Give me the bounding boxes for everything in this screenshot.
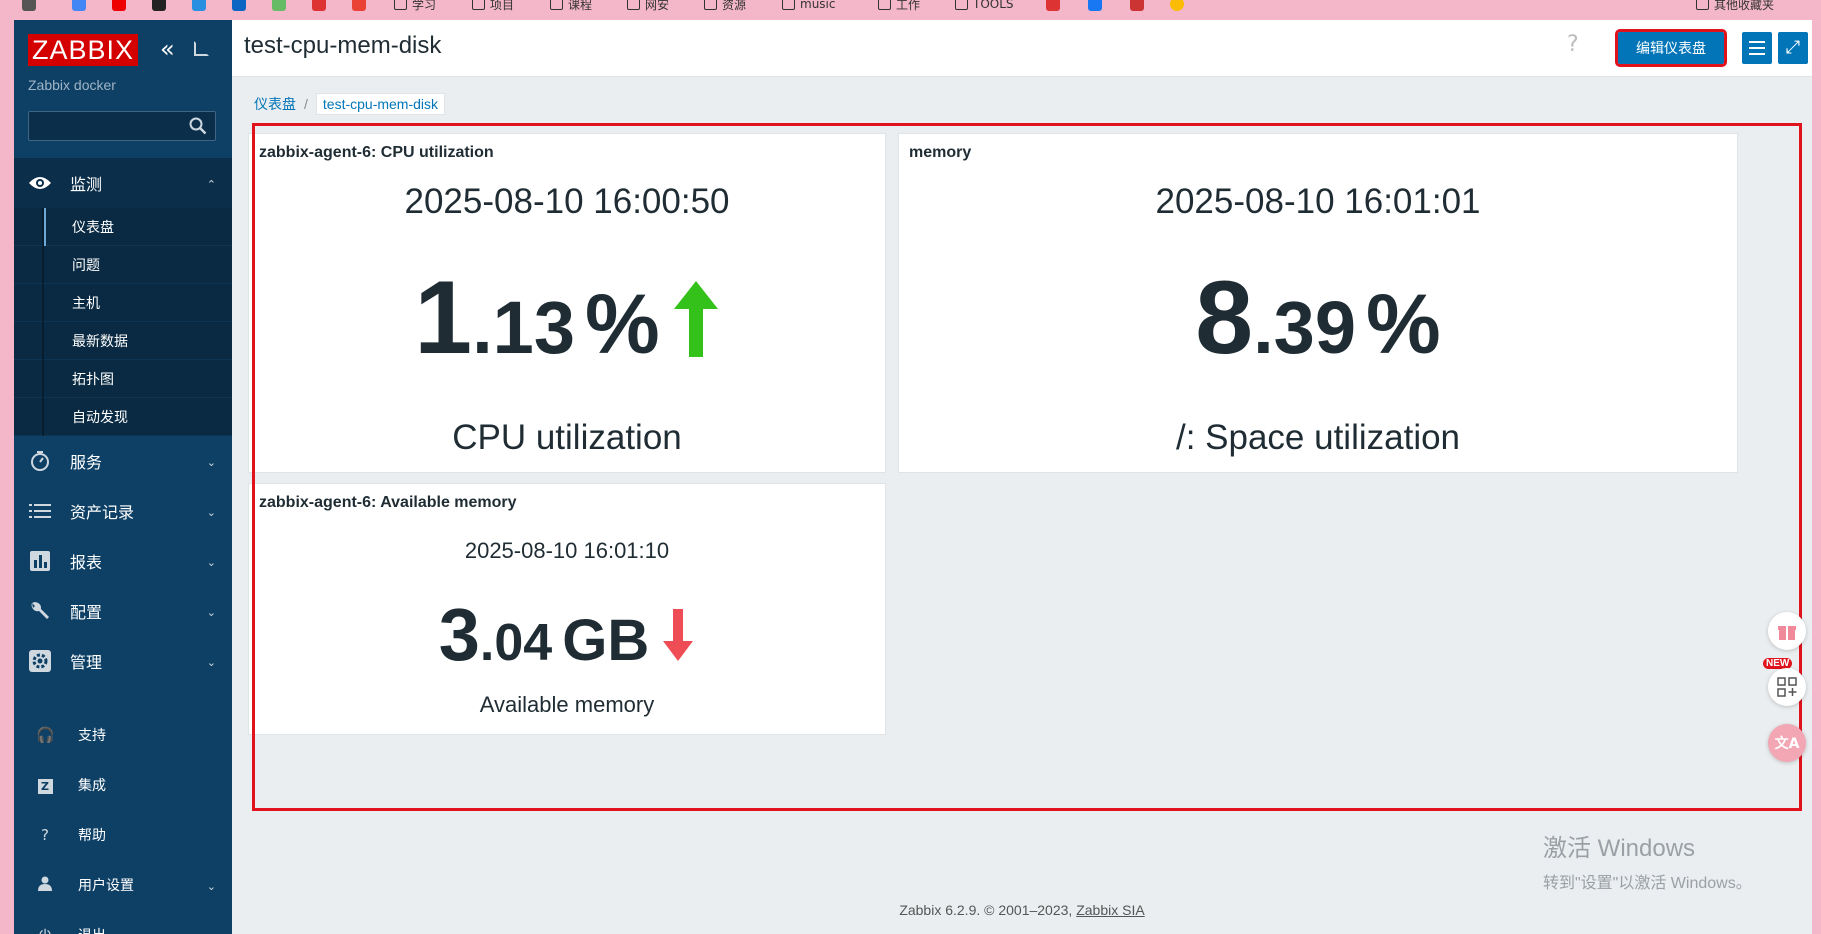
- menu-group-configuration[interactable]: 配置 ⌄: [14, 586, 232, 636]
- menu-group-monitoring[interactable]: 监测 ⌃: [14, 158, 232, 208]
- folder-icon: [550, 0, 563, 10]
- bookmark-m-icon[interactable]: [1046, 0, 1060, 14]
- menu-group-inventory[interactable]: 资产记录 ⌄: [14, 486, 232, 536]
- google-icon[interactable]: [72, 0, 86, 14]
- gmail-icon[interactable]: [352, 0, 366, 14]
- folder-icon: [1696, 0, 1709, 10]
- breadcrumb-dashboards-link[interactable]: 仪表盘: [254, 94, 296, 114]
- sidebar-item-help[interactable]: ? 帮助: [14, 810, 232, 860]
- chevron-down-icon: ⌄: [206, 456, 216, 469]
- sidebar-item-user-settings[interactable]: 用户设置 ⌄: [14, 860, 232, 910]
- chevron-up-icon: ⌃: [206, 178, 216, 191]
- user-icon: [36, 876, 54, 895]
- gear-icon: [28, 649, 52, 673]
- sidebar-item-dashboard[interactable]: 仪表盘: [14, 208, 232, 246]
- sidebar-item-latest-data[interactable]: 最新数据: [14, 322, 232, 360]
- zabbix-app: ZABBIX « Zabbix docker 监测 ⌃ 仪表盘 问题 主机 最新…: [14, 20, 1812, 934]
- question-icon: ?: [41, 826, 49, 844]
- bookmark-f-icon[interactable]: [1088, 0, 1102, 14]
- bookmark-folder-4[interactable]: 资源: [704, 0, 746, 14]
- list-icon: [28, 499, 52, 523]
- menu-group-services[interactable]: 服务 ⌄: [14, 436, 232, 486]
- folder-icon: [472, 0, 485, 10]
- bookmark-folder-other[interactable]: 其他收藏夹: [1696, 0, 1774, 14]
- chevron-down-icon: ⌄: [206, 506, 216, 519]
- folder-icon: [955, 0, 968, 10]
- folder-icon: [782, 0, 795, 10]
- zabbix-logo[interactable]: ZABBIX: [28, 34, 139, 66]
- breadcrumb-separator: /: [304, 96, 308, 112]
- bookmark-red-icon[interactable]: [312, 0, 326, 14]
- sidebar-bottom-menu: 🎧 支持 Z 集成 ? 帮助 用户设置 ⌄ ⏻ 退出: [14, 710, 232, 934]
- fullscreen-icon[interactable]: ⤢: [1778, 32, 1808, 64]
- bookmark-folder-7[interactable]: TOOLS: [955, 0, 1014, 14]
- folder-icon: [394, 0, 407, 10]
- bookmark-mail-icon[interactable]: [1130, 0, 1144, 14]
- gift-icon[interactable]: [1768, 612, 1806, 650]
- page-title: test-cpu-mem-disk: [244, 32, 442, 59]
- bookmark-folder-5[interactable]: music: [782, 0, 835, 14]
- sidebar-item-integrations[interactable]: Z 集成: [14, 760, 232, 810]
- chevron-down-icon: ⌄: [206, 556, 216, 569]
- menu-group-administration[interactable]: 管理 ⌄: [14, 636, 232, 686]
- apps-grid-icon[interactable]: [1768, 668, 1806, 706]
- help-question-icon[interactable]: ?: [1567, 32, 1579, 57]
- wrench-icon: [28, 599, 52, 623]
- folder-icon: [704, 0, 717, 10]
- headset-icon: 🎧: [36, 726, 55, 744]
- search-icon[interactable]: [189, 117, 207, 135]
- bookmark-bar: 学习 项目 课程 网安 资源 music 工作 TOOLS 其他收藏夹: [0, 0, 1821, 14]
- folder-icon: [627, 0, 640, 10]
- bookmark-outlook-icon[interactable]: [232, 0, 246, 14]
- footer: Zabbix 6.2.9. © 2001–2023, Zabbix SIA: [899, 902, 1145, 918]
- server-name: Zabbix docker: [28, 77, 116, 93]
- bookmark-img-icon[interactable]: [272, 0, 286, 14]
- sidebar-item-support[interactable]: 🎧 支持: [14, 710, 232, 760]
- sidebar-item-sign-out[interactable]: ⏻ 退出: [14, 910, 232, 934]
- dashboard-highlight-box: [252, 123, 1802, 811]
- bookmark-blue-icon[interactable]: [192, 0, 206, 14]
- power-icon: ⏻: [36, 926, 54, 934]
- chevron-down-icon: ⌄: [206, 656, 216, 669]
- bookmark-folder-6[interactable]: 工作: [878, 0, 920, 14]
- breadcrumb-current[interactable]: test-cpu-mem-disk: [315, 93, 446, 115]
- stopwatch-icon: [28, 449, 52, 473]
- translate-icon[interactable]: 文A: [1768, 724, 1806, 762]
- chevron-down-icon: ⌄: [206, 606, 216, 619]
- sidebar: ZABBIX « Zabbix docker 监测 ⌃ 仪表盘 问题 主机 最新…: [14, 20, 232, 934]
- folder-icon: [878, 0, 891, 10]
- collapse-sidebar-icon[interactable]: «: [160, 37, 175, 61]
- chevron-down-icon: ⌄: [206, 880, 216, 893]
- bookmark-folder-0[interactable]: 学习: [394, 0, 436, 14]
- dashboard-actions-menu-icon[interactable]: [1742, 32, 1772, 64]
- bookmark-icon-app[interactable]: [22, 0, 36, 14]
- chrome-icon[interactable]: [1170, 0, 1184, 14]
- windows-activation-watermark: 激活 Windows 转到"设置"以激活 Windows。: [1543, 835, 1752, 892]
- youtube-icon[interactable]: [112, 0, 126, 14]
- bookmark-folder-3[interactable]: 网安: [627, 0, 669, 14]
- breadcrumb: 仪表盘 / test-cpu-mem-disk: [254, 92, 446, 116]
- bar-chart-icon: [28, 549, 52, 573]
- edit-dashboard-button[interactable]: 编辑仪表盘: [1615, 29, 1727, 67]
- bookmark-folder-1[interactable]: 项目: [472, 0, 514, 14]
- page-header: test-cpu-mem-disk ? 编辑仪表盘 ⤢: [232, 20, 1812, 77]
- sidebar-item-problems[interactable]: 问题: [14, 246, 232, 284]
- main-menu: 监测 ⌃ 仪表盘 问题 主机 最新数据 拓扑图 自动发现 服务 ⌄ 资产记录 ⌄…: [14, 158, 232, 686]
- sidebar-item-hosts[interactable]: 主机: [14, 284, 232, 322]
- github-icon[interactable]: [152, 0, 166, 14]
- kiosk-mode-icon[interactable]: [194, 41, 209, 56]
- sidebar-item-maps[interactable]: 拓扑图: [14, 360, 232, 398]
- submenu-monitoring: 仪表盘 问题 主机 最新数据 拓扑图 自动发现: [14, 208, 232, 436]
- sidebar-search-input[interactable]: [28, 111, 216, 141]
- footer-zabbix-sia-link[interactable]: Zabbix SIA: [1076, 902, 1144, 918]
- sidebar-item-discovery[interactable]: 自动发现: [14, 398, 232, 436]
- menu-group-reports[interactable]: 报表 ⌄: [14, 536, 232, 586]
- zabbix-z-icon: Z: [36, 776, 54, 794]
- eye-icon: [28, 171, 52, 195]
- bookmark-folder-2[interactable]: 课程: [550, 0, 592, 14]
